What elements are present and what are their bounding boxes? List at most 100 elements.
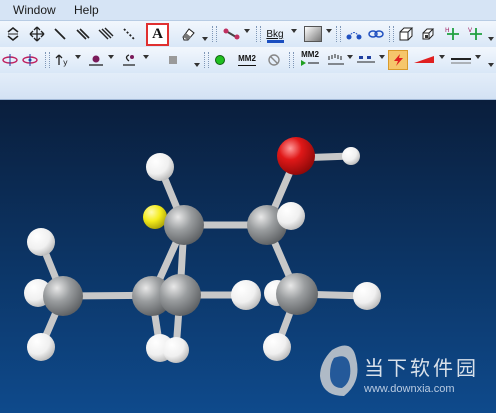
- ring-display-button[interactable]: [366, 24, 386, 44]
- bond-color-icon: [223, 28, 240, 40]
- conformer-button[interactable]: [388, 50, 408, 70]
- single-bond-icon: [54, 28, 66, 40]
- spectrum-dropdown-icon[interactable]: [379, 55, 385, 59]
- translate-icon: [89, 55, 103, 66]
- run-arrow-icon: [301, 60, 319, 66]
- menu-bar: Window Help: [0, 0, 496, 21]
- dynamics-icon: [328, 54, 344, 65]
- move-tool-button[interactable]: [27, 24, 47, 44]
- rotate-tool-button[interactable]: [3, 24, 23, 44]
- rotate-z-button[interactable]: y: [53, 50, 73, 70]
- rotate-icon: [7, 27, 19, 41]
- eraser-button[interactable]: [178, 24, 198, 44]
- green-atom-button[interactable]: [210, 50, 230, 70]
- line-style-button[interactable]: [449, 50, 473, 70]
- svg-text:H: H: [445, 27, 450, 34]
- dynamics-dropdown-icon[interactable]: [347, 55, 353, 59]
- toolbar-grip[interactable]: [289, 52, 294, 68]
- hbond-icon: [346, 32, 362, 40]
- hydrogen-atom[interactable]: [231, 280, 261, 310]
- no-calc-button[interactable]: [264, 50, 284, 70]
- eraser-icon: [182, 28, 195, 41]
- hydrogen-atom[interactable]: [342, 147, 360, 165]
- triple-bond-button[interactable]: [96, 24, 116, 44]
- red-ramp-dropdown-icon[interactable]: [439, 55, 445, 59]
- bond-color-dropdown-icon[interactable]: [244, 29, 250, 33]
- axis-h-button[interactable]: H: [443, 24, 463, 44]
- translate-dropdown-icon[interactable]: [108, 55, 114, 59]
- triple-bond-icon: [98, 27, 114, 40]
- green-atom-icon: [215, 55, 225, 65]
- line-style-icon: [451, 58, 471, 64]
- carbon-atom[interactable]: [43, 276, 83, 316]
- gradient-button[interactable]: [303, 24, 323, 44]
- hydrogen-atom[interactable]: [27, 228, 55, 256]
- toolbar-grip[interactable]: [336, 26, 341, 42]
- toolbar-grip[interactable]: [204, 52, 209, 68]
- hbond-display-button[interactable]: [344, 24, 364, 44]
- mm2-minimize-button[interactable]: MM2: [234, 50, 260, 70]
- toolbar-overflow-chevron-icon[interactable]: [194, 63, 200, 67]
- spectrum-button[interactable]: [355, 50, 377, 70]
- rotate-x-icon: [2, 54, 18, 66]
- red-ramp-icon: [414, 56, 434, 63]
- hydrogen-atom[interactable]: [277, 202, 305, 230]
- rotate-z-dropdown-icon[interactable]: [75, 55, 81, 59]
- rotate-x-button[interactable]: [0, 50, 20, 70]
- toolbar-grip[interactable]: [256, 26, 261, 42]
- scale-icon: [123, 54, 135, 66]
- gradient-icon: [304, 26, 322, 42]
- hydrogen-atom[interactable]: [163, 337, 189, 363]
- dashed-bond-icon: [123, 28, 135, 40]
- bkg-dropdown-icon[interactable]: [291, 29, 297, 33]
- stop-button[interactable]: [163, 50, 183, 70]
- menu-window[interactable]: Window: [13, 3, 56, 17]
- svg-text:y: y: [63, 58, 68, 67]
- hydrogen-atom[interactable]: [263, 333, 291, 361]
- line-style-dropdown-icon[interactable]: [475, 55, 481, 59]
- text-tool-button[interactable]: A: [146, 23, 169, 46]
- perspective-button[interactable]: [418, 24, 438, 44]
- double-bond-icon: [76, 28, 90, 40]
- carbon-atom[interactable]: [164, 205, 204, 245]
- bkg-label: Bkg: [266, 28, 284, 40]
- toolbar-grip[interactable]: [45, 52, 50, 68]
- toolbar-row-1: A Bkg H V: [0, 21, 496, 48]
- toolbar-overflow-chevron-icon[interactable]: [202, 37, 208, 41]
- svg-text:V: V: [468, 27, 473, 34]
- double-bond-button[interactable]: [73, 24, 93, 44]
- rotate-y-button[interactable]: [20, 50, 40, 70]
- axis-v-button[interactable]: V: [466, 24, 486, 44]
- toolbar-overflow-chevron-icon[interactable]: [488, 63, 494, 67]
- oxygen-atom[interactable]: [277, 137, 315, 175]
- hydrogen-atom[interactable]: [353, 282, 381, 310]
- mm2-run-button[interactable]: MM2: [297, 50, 323, 70]
- dynamics-button[interactable]: [326, 50, 346, 70]
- single-bond-button[interactable]: [50, 24, 70, 44]
- sulfur-atom[interactable]: [143, 205, 167, 229]
- dashed-bond-button[interactable]: [119, 24, 139, 44]
- toolbar-dock-area: [0, 73, 496, 100]
- translate-button[interactable]: [86, 50, 106, 70]
- box-view-button[interactable]: [396, 24, 416, 44]
- gradient-dropdown-icon[interactable]: [326, 29, 332, 33]
- watermark-title: 当下软件园: [364, 358, 479, 380]
- toolbar-overflow-chevron-icon[interactable]: [488, 37, 494, 41]
- box-icon: [399, 27, 414, 41]
- watermark-url: www.downxia.com: [364, 383, 455, 395]
- toolbar-grip[interactable]: [389, 26, 394, 42]
- bond-color-button[interactable]: [222, 24, 242, 44]
- scale-button[interactable]: [119, 50, 139, 70]
- red-ramp-button[interactable]: [411, 50, 437, 70]
- carbon-atom[interactable]: [159, 274, 201, 316]
- hydrogen-atom[interactable]: [27, 333, 55, 361]
- hydrogen-atom[interactable]: [146, 153, 174, 181]
- axis-v-icon: V: [468, 27, 482, 40]
- toolbar-grip[interactable]: [212, 26, 217, 42]
- scale-dropdown-icon[interactable]: [143, 55, 149, 59]
- perspective-icon: [422, 28, 435, 40]
- carbon-atom[interactable]: [276, 273, 318, 315]
- move-icon: [29, 26, 45, 42]
- menu-help[interactable]: Help: [74, 3, 99, 17]
- toolbar-row-2: y MM2 MM2: [0, 47, 496, 74]
